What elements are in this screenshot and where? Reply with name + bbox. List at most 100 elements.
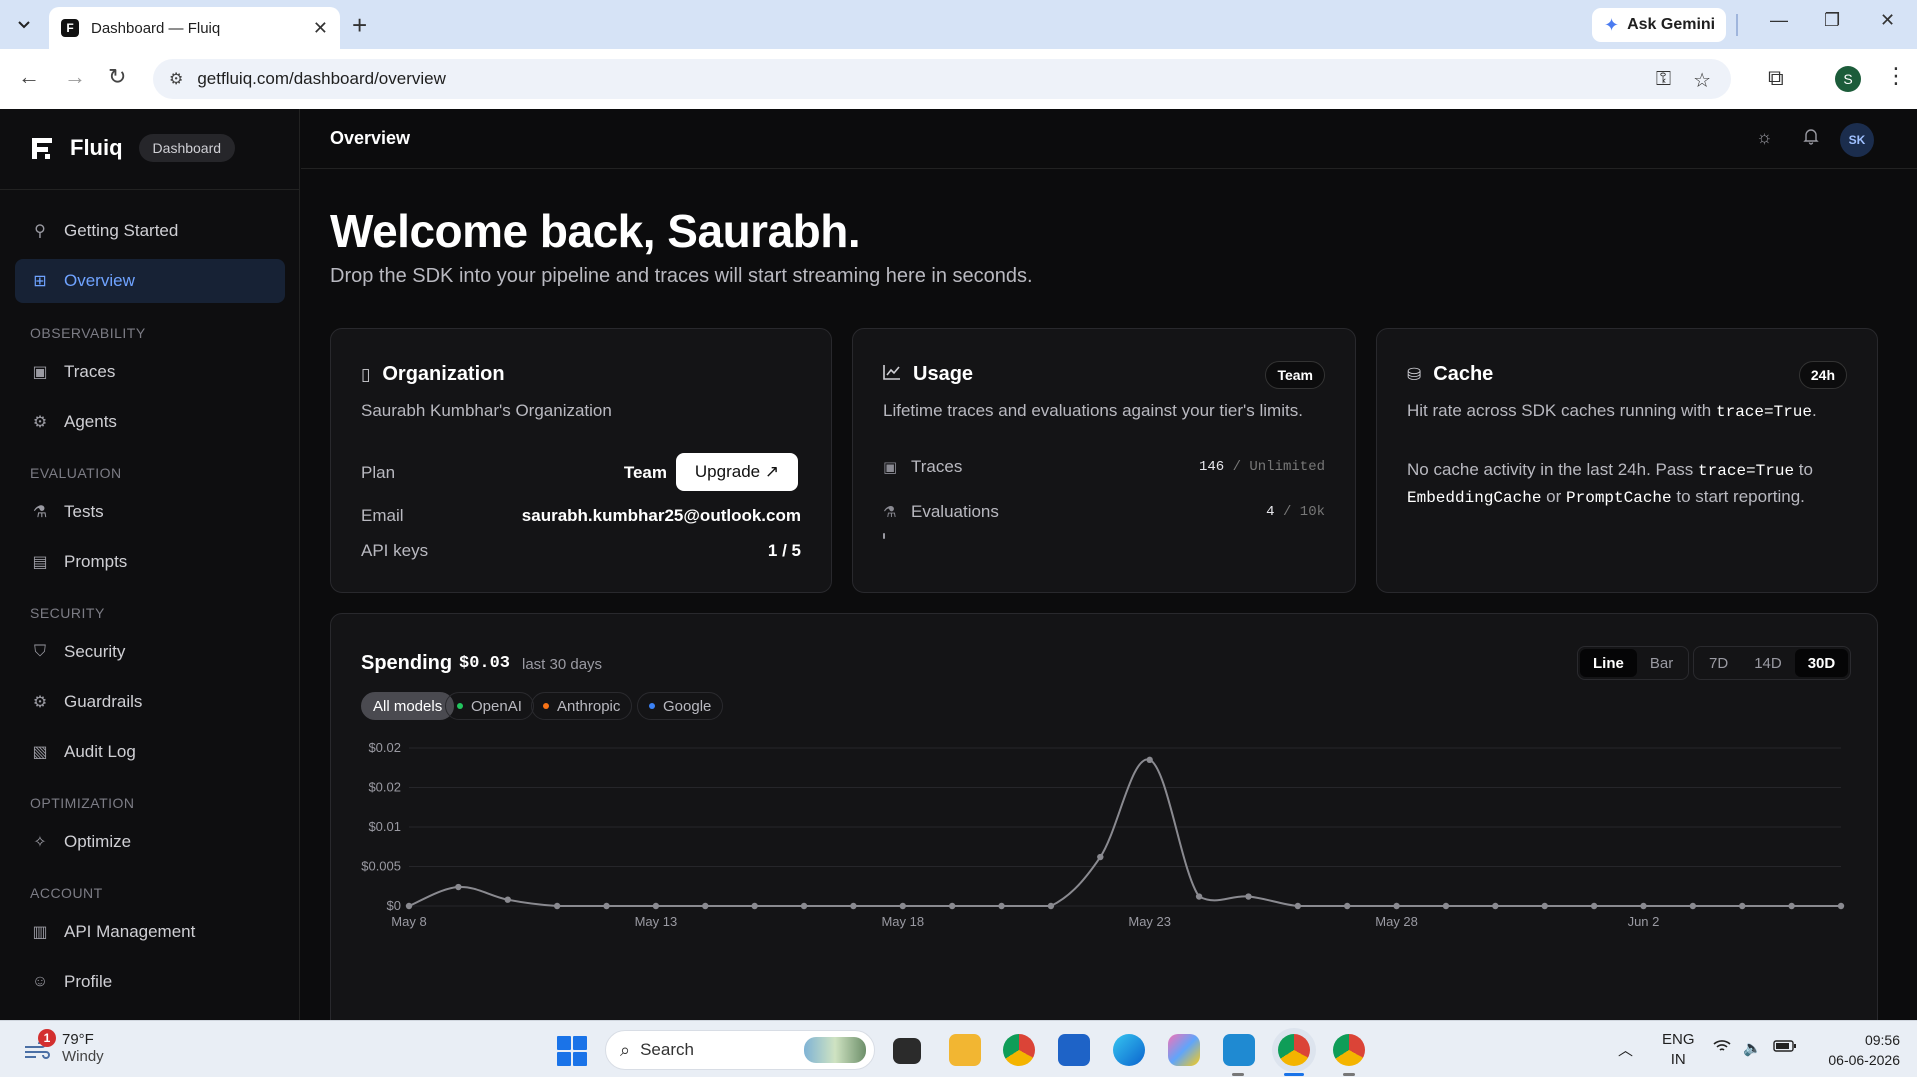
brand-name: Fluiq	[70, 135, 123, 160]
system-clock[interactable]: 09:56 06-06-2026	[1820, 1030, 1900, 1070]
ask-gemini-button[interactable]: ✦ Ask Gemini	[1592, 8, 1726, 42]
extensions-puzzle-icon[interactable]: ⧉	[1768, 65, 1784, 91]
url-text[interactable]: getfluiq.com/dashboard/overview	[197, 69, 446, 89]
sidebar-item-label: Security	[64, 642, 126, 661]
sidebar-item-optimize[interactable]: ✧ Optimize	[15, 820, 285, 864]
data-point	[1047, 902, 1055, 910]
windows-taskbar: 1 79°F Windy ⌕ Search ︿ ENG IN 🔈 09:56 0…	[0, 1020, 1917, 1077]
running-indicator	[1343, 1073, 1355, 1076]
edge-icon[interactable]	[1113, 1034, 1145, 1066]
upgrade-button[interactable]: Upgrade ↗	[676, 453, 798, 491]
rocket-icon: ⚲	[34, 223, 46, 240]
battery-icon[interactable]	[1773, 1039, 1797, 1057]
notifications-bell-icon[interactable]	[1802, 127, 1820, 150]
range-30d-button[interactable]: 30D	[1794, 649, 1849, 677]
data-point	[1393, 902, 1400, 910]
weather-widget[interactable]: 1 79°F Windy	[22, 1029, 104, 1065]
new-tab-button[interactable]: +	[352, 10, 367, 41]
cache-body-code: EmbeddingCache	[1407, 489, 1542, 507]
user-avatar[interactable]: SK	[1840, 123, 1874, 157]
chart-type-line-button[interactable]: Line	[1580, 649, 1637, 677]
range-7d-button[interactable]: 7D	[1696, 649, 1741, 677]
data-point	[751, 902, 758, 910]
restore-icon[interactable]: ❐	[1824, 10, 1840, 31]
bookmark-star-icon[interactable]: ☆	[1693, 68, 1711, 93]
minimize-icon[interactable]: —	[1770, 10, 1788, 31]
range-14d-button[interactable]: 14D	[1741, 649, 1795, 677]
data-point	[1541, 902, 1548, 910]
sidebar-item-overview[interactable]: ⊞ Overview	[15, 259, 285, 303]
brand[interactable]: Fluiq Dashboard	[28, 134, 236, 162]
sidebar-item-audit-log[interactable]: ▧ Audit Log	[15, 730, 285, 774]
organization-card: ▯ Organization Saurabh Kumbhar's Organiz…	[330, 328, 832, 593]
cache-empty-message: No cache activity in the last 24h. Pass …	[1407, 457, 1847, 511]
tray-overflow-chevron-icon[interactable]: ︿	[1618, 1039, 1633, 1060]
language-code: ENG	[1662, 1031, 1695, 1048]
sidebar-item-api-management[interactable]: ▥ API Management	[15, 910, 285, 954]
theme-toggle-sun-icon[interactable]: ☼	[1756, 127, 1773, 148]
browser-menu-icon[interactable]: ⋮	[1885, 63, 1907, 89]
card-title: ⛁ Cache	[1407, 363, 1493, 386]
password-key-icon[interactable]: ⚿	[1656, 68, 1671, 93]
data-point	[1739, 902, 1746, 910]
browser-profile-avatar[interactable]: S	[1835, 66, 1861, 92]
copilot-icon[interactable]	[1168, 1034, 1200, 1066]
browser-tab[interactable]: F Dashboard — Fluiq ✕	[49, 7, 340, 49]
data-point	[603, 902, 610, 910]
site-settings-icon[interactable]: ⚙	[169, 69, 183, 89]
sidebar-item-label: Agents	[64, 412, 117, 431]
taskbar-search[interactable]: ⌕ Search	[605, 1030, 875, 1070]
sidebar-item-label: Optimize	[64, 832, 132, 851]
shield-icon: ⛉	[33, 643, 46, 660]
y-tick-label: $0.02	[368, 740, 401, 755]
sidebar-item-traces[interactable]: ▣ Traces	[15, 350, 285, 394]
forward-icon[interactable]: →	[64, 64, 86, 90]
close-window-icon[interactable]: ✕	[1880, 10, 1895, 31]
sidebar-item-label: API Management	[64, 922, 196, 941]
sidebar-item-security[interactable]: ⛉ Security	[15, 630, 285, 674]
wifi-icon[interactable]	[1713, 1039, 1731, 1057]
sidebar-item-agents[interactable]: ⚙ Agents	[15, 400, 285, 444]
gemini-sparkle-icon: ✦	[1604, 14, 1620, 35]
sidebar-item-guardrails[interactable]: ⚙ Guardrails	[15, 680, 285, 724]
tab-search-chevron-icon[interactable]	[10, 12, 38, 38]
search-highlight-icon	[804, 1037, 866, 1063]
language-indicator[interactable]: ENG IN	[1662, 1030, 1695, 1070]
bot-icon: ⚙	[32, 414, 48, 431]
data-point	[1344, 902, 1351, 910]
file-explorer-icon[interactable]	[949, 1034, 981, 1066]
task-view-icon[interactable]	[893, 1038, 921, 1064]
log-icon: ▧	[32, 744, 48, 761]
vscode-icon[interactable]	[1223, 1034, 1255, 1066]
chrome-icon[interactable]	[1003, 1034, 1035, 1066]
filter-google[interactable]: Google	[637, 692, 724, 720]
windows-start-icon[interactable]	[557, 1036, 587, 1066]
filter-anthropic[interactable]: Anthropic	[531, 692, 633, 720]
sidebar-item-getting-started[interactable]: ⚲ Getting Started	[15, 209, 285, 253]
chrome-profile-icon[interactable]	[1278, 1034, 1310, 1066]
data-point	[504, 896, 511, 903]
chrome-second-profile-icon[interactable]	[1333, 1034, 1365, 1066]
volume-icon[interactable]: 🔈	[1743, 1039, 1762, 1057]
filter-all-models[interactable]: All models	[361, 692, 455, 720]
spending-range: last 30 days	[522, 656, 603, 673]
spending-card: Spending $0.03 last 30 days All models O…	[330, 613, 1878, 1020]
sidebar-item-label: Traces	[64, 362, 116, 381]
email-label: Email	[361, 506, 404, 525]
omnibox[interactable]: ⚙ getfluiq.com/dashboard/overview ⚿ ☆	[153, 59, 1731, 99]
sidebar-item-label: Profile	[64, 972, 113, 991]
microsoft-store-icon[interactable]	[1058, 1034, 1090, 1066]
sidebar-item-profile[interactable]: ☺ Profile	[15, 960, 285, 1004]
database-icon: ⛁	[1407, 364, 1422, 384]
dashboard-badge: Dashboard	[138, 134, 236, 162]
filter-openai[interactable]: OpenAI	[445, 692, 534, 720]
sidebar-item-tests[interactable]: ⚗ Tests	[15, 490, 285, 534]
activity-icon: ▣	[32, 364, 48, 381]
back-icon[interactable]: ←	[18, 64, 40, 90]
reload-icon[interactable]: ↻	[108, 64, 126, 90]
chart-type-bar-button[interactable]: Bar	[1637, 649, 1686, 677]
tab-close-icon[interactable]: ✕	[313, 18, 328, 39]
usage-desc: Lifetime traces and evaluations against …	[883, 401, 1303, 420]
sidebar-item-prompts[interactable]: ▤ Prompts	[15, 540, 285, 584]
tab-title: Dashboard — Fluiq	[91, 19, 221, 37]
